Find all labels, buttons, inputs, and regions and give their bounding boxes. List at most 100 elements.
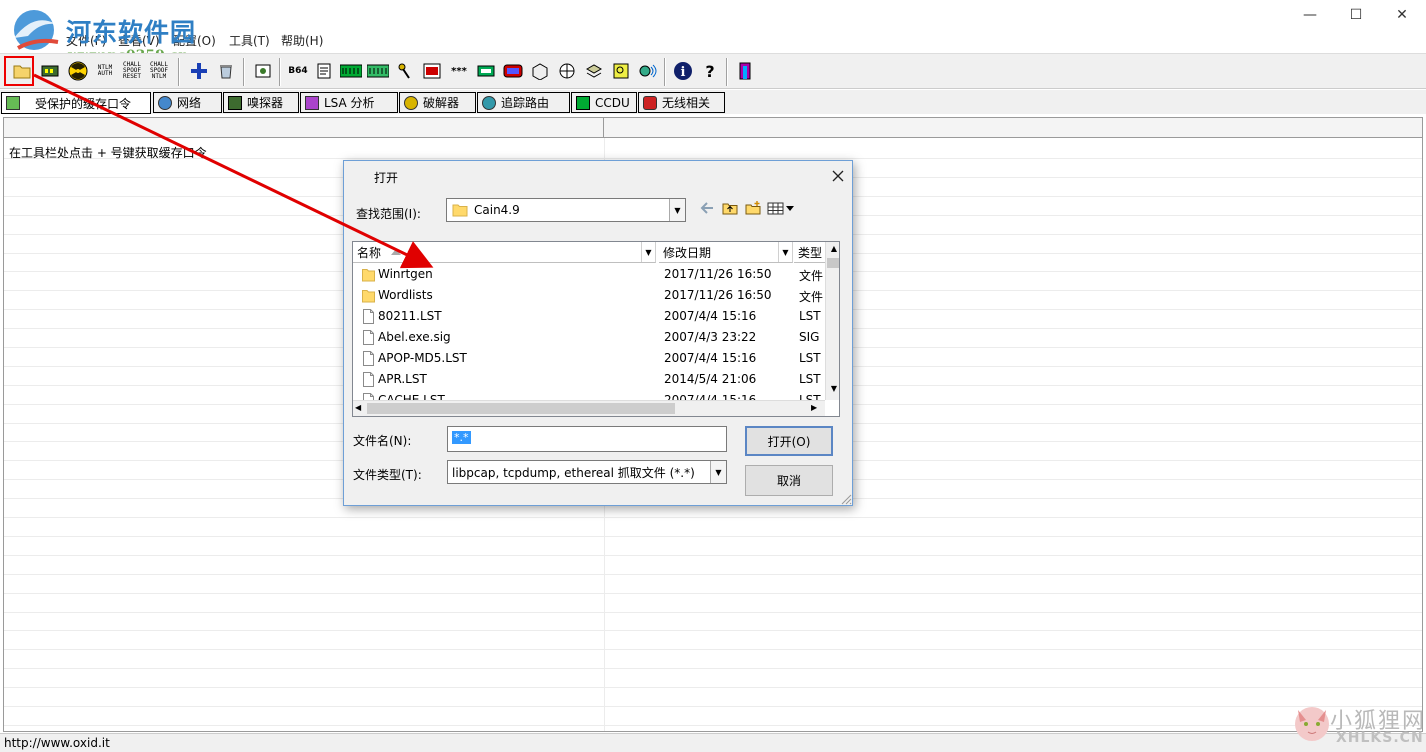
toolbar-button-certificate[interactable] <box>251 59 275 83</box>
base64-icon: B64 <box>288 66 308 76</box>
open-button[interactable]: 打开(O) <box>745 426 833 456</box>
tab-ccdu[interactable]: CCDU <box>571 92 637 113</box>
menu-tools[interactable]: 工具(T) <box>229 32 270 49</box>
toolbar-button-md5-hash[interactable] <box>366 59 390 83</box>
scroll-down-icon[interactable]: ▼ <box>828 384 839 396</box>
column-header-name[interactable]: 名称 ▼ <box>353 242 656 263</box>
toolbar-button-apr[interactable] <box>66 59 90 83</box>
toolbar-separator <box>243 58 245 86</box>
tab-lsa[interactable]: LSA 分析 <box>300 92 398 113</box>
key-search-icon <box>613 63 629 79</box>
up-folder-button[interactable] <box>722 201 738 217</box>
folder-icon <box>452 204 468 217</box>
site-logo-icon <box>14 10 59 50</box>
toolbar-button-network-dump[interactable] <box>555 59 579 83</box>
scroll-left-icon[interactable]: ◀ <box>355 403 365 415</box>
exit-button[interactable] <box>733 59 757 83</box>
help-button[interactable]: ? <box>698 59 722 83</box>
filetype-label: 文件类型(T): <box>353 468 422 482</box>
menu-help[interactable]: 帮助(H) <box>281 32 323 49</box>
column-filter-dropdown-icon[interactable]: ▼ <box>641 242 655 262</box>
file-row[interactable]: 80211.LST 2007/4/4 15:16 LST <box>353 306 823 327</box>
column-filter-dropdown-icon[interactable]: ▼ <box>778 242 792 262</box>
filetype-dropdown[interactable]: libpcap, tcpdump, ethereal 抓取文件 (*.*) ▼ <box>447 460 727 484</box>
toolbar-button-password-reveal[interactable]: *** <box>447 59 471 83</box>
column-header-type[interactable]: 类型 <box>794 242 826 263</box>
toolbar-button-key-finder[interactable] <box>609 59 633 83</box>
look-in-dropdown[interactable]: Cain4.9 ▼ <box>446 198 686 222</box>
exit-door-icon <box>739 62 751 80</box>
resize-grip-icon[interactable] <box>838 491 852 505</box>
vertical-scroll-thumb[interactable] <box>827 258 839 268</box>
toolbar-button-base64[interactable]: B64 <box>286 59 310 83</box>
file-row[interactable]: Wordlists 2017/11/26 16:50 文件 <box>353 285 823 306</box>
look-in-label: 查找范围(I): <box>356 207 421 221</box>
file-list[interactable]: 名称 ▼ 修改日期 ▼ 类型 Winrtgen 2017/11/26 16:50 文… <box>352 241 840 417</box>
tab-traceroute[interactable]: 追踪路由 <box>477 92 570 113</box>
toolbar-button-hash-calc[interactable] <box>312 59 336 83</box>
file-row[interactable]: Abel.exe.sig 2007/4/3 23:22 SIG <box>353 327 823 348</box>
maximize-button[interactable]: ☐ <box>1333 0 1379 30</box>
grid-line <box>4 725 1422 726</box>
file-date: 2017/11/26 16:50 <box>664 288 772 302</box>
open-file-dialog[interactable]: 打开 查找范围(I): Cain4.9 ▼ 名称 ▼ 修改日期 ▼ 类型 Win… <box>343 160 853 506</box>
close-window-button[interactable]: ✕ <box>1379 0 1425 30</box>
scroll-right-icon[interactable]: ▶ <box>811 403 821 415</box>
cancel-button[interactable]: 取消 <box>745 465 833 496</box>
horizontal-scrollbar[interactable]: ◀ ▶ <box>353 400 825 416</box>
route-icon <box>639 64 657 78</box>
dialog-close-button[interactable] <box>828 166 848 186</box>
column-header-1[interactable] <box>4 118 604 138</box>
toolbar-button-wireless[interactable] <box>501 59 525 83</box>
toolbar-button-stack[interactable] <box>582 59 606 83</box>
file-row[interactable]: APOP-MD5.LST 2007/4/4 15:16 LST <box>353 348 823 369</box>
dropdown-arrow-icon[interactable]: ▼ <box>710 461 726 483</box>
tab-label: 嗅探器 <box>247 96 284 110</box>
toolbar-button-keys[interactable] <box>393 59 417 83</box>
lsa-secrets-icon <box>477 65 495 77</box>
toolbar-button-chall-spoof-reset[interactable]: CHALL SPOOF RESET <box>120 59 144 83</box>
toolbar-button-sniffer-start[interactable] <box>38 59 62 83</box>
view-menu-button[interactable] <box>767 201 797 217</box>
column-header-date[interactable]: 修改日期 ▼ <box>659 242 793 263</box>
add-button[interactable] <box>187 59 211 83</box>
tab-cracker[interactable]: 破解器 <box>399 92 476 113</box>
tab-label: LSA 分析 <box>324 96 375 110</box>
file-name: Winrtgen <box>378 267 433 281</box>
toolbar-button-lsa[interactable] <box>474 59 498 83</box>
grid-line <box>4 630 1422 631</box>
vertical-scrollbar[interactable]: ▲ ▼ <box>825 242 839 400</box>
minimize-button[interactable]: — <box>1287 0 1333 30</box>
about-button[interactable]: i <box>671 59 695 83</box>
tab-bar: 受保护的缓存口令 网络 嗅探器 LSA 分析 破解器 追踪路由 CCDU 无线相… <box>0 90 1426 114</box>
tab-wireless[interactable]: 无线相关 <box>638 92 725 113</box>
toolbar-button-chall-spoof-ntlm[interactable]: CHALL SPOOF NTLM <box>147 59 171 83</box>
chall-spoof-reset-icon: CHALL SPOOF RESET <box>122 61 142 80</box>
toolbar-button-box[interactable] <box>528 59 552 83</box>
toolbar-button-lm-hash[interactable] <box>339 59 363 83</box>
file-row[interactable]: APR.LST 2014/5/4 21:06 LST <box>353 369 823 390</box>
globe-icon <box>559 63 575 79</box>
filename-input[interactable]: *.* <box>447 426 727 452</box>
column-date-label: 修改日期 <box>663 245 712 260</box>
file-name: APR.LST <box>378 372 427 386</box>
toolbar-button-route[interactable] <box>636 59 660 83</box>
new-folder-button[interactable] <box>745 201 761 217</box>
tab-sniffer[interactable]: 嗅探器 <box>223 92 299 113</box>
horizontal-scroll-thumb[interactable] <box>367 403 675 414</box>
column-header-2[interactable] <box>604 118 1422 138</box>
radiation-icon <box>68 61 88 81</box>
tab-protected-storage[interactable]: 受保护的缓存口令 <box>1 92 151 114</box>
toolbar-button-ntlm-auth[interactable]: NTLM AUTH <box>93 59 117 83</box>
remove-button[interactable] <box>214 59 238 83</box>
file-row[interactable]: Winrtgen 2017/11/26 16:50 文件 <box>353 264 823 285</box>
view-menu-icon <box>767 202 794 215</box>
toolbar-button-dc[interactable] <box>420 59 444 83</box>
grid-line <box>4 706 1422 707</box>
scroll-up-icon[interactable]: ▲ <box>828 244 839 256</box>
tab-network[interactable]: 网络 <box>153 92 222 113</box>
file-date: 2007/4/3 23:22 <box>664 330 757 344</box>
back-button[interactable] <box>700 201 716 217</box>
dropdown-arrow-icon[interactable]: ▼ <box>669 199 685 221</box>
column-type-label: 类型 <box>798 245 823 260</box>
